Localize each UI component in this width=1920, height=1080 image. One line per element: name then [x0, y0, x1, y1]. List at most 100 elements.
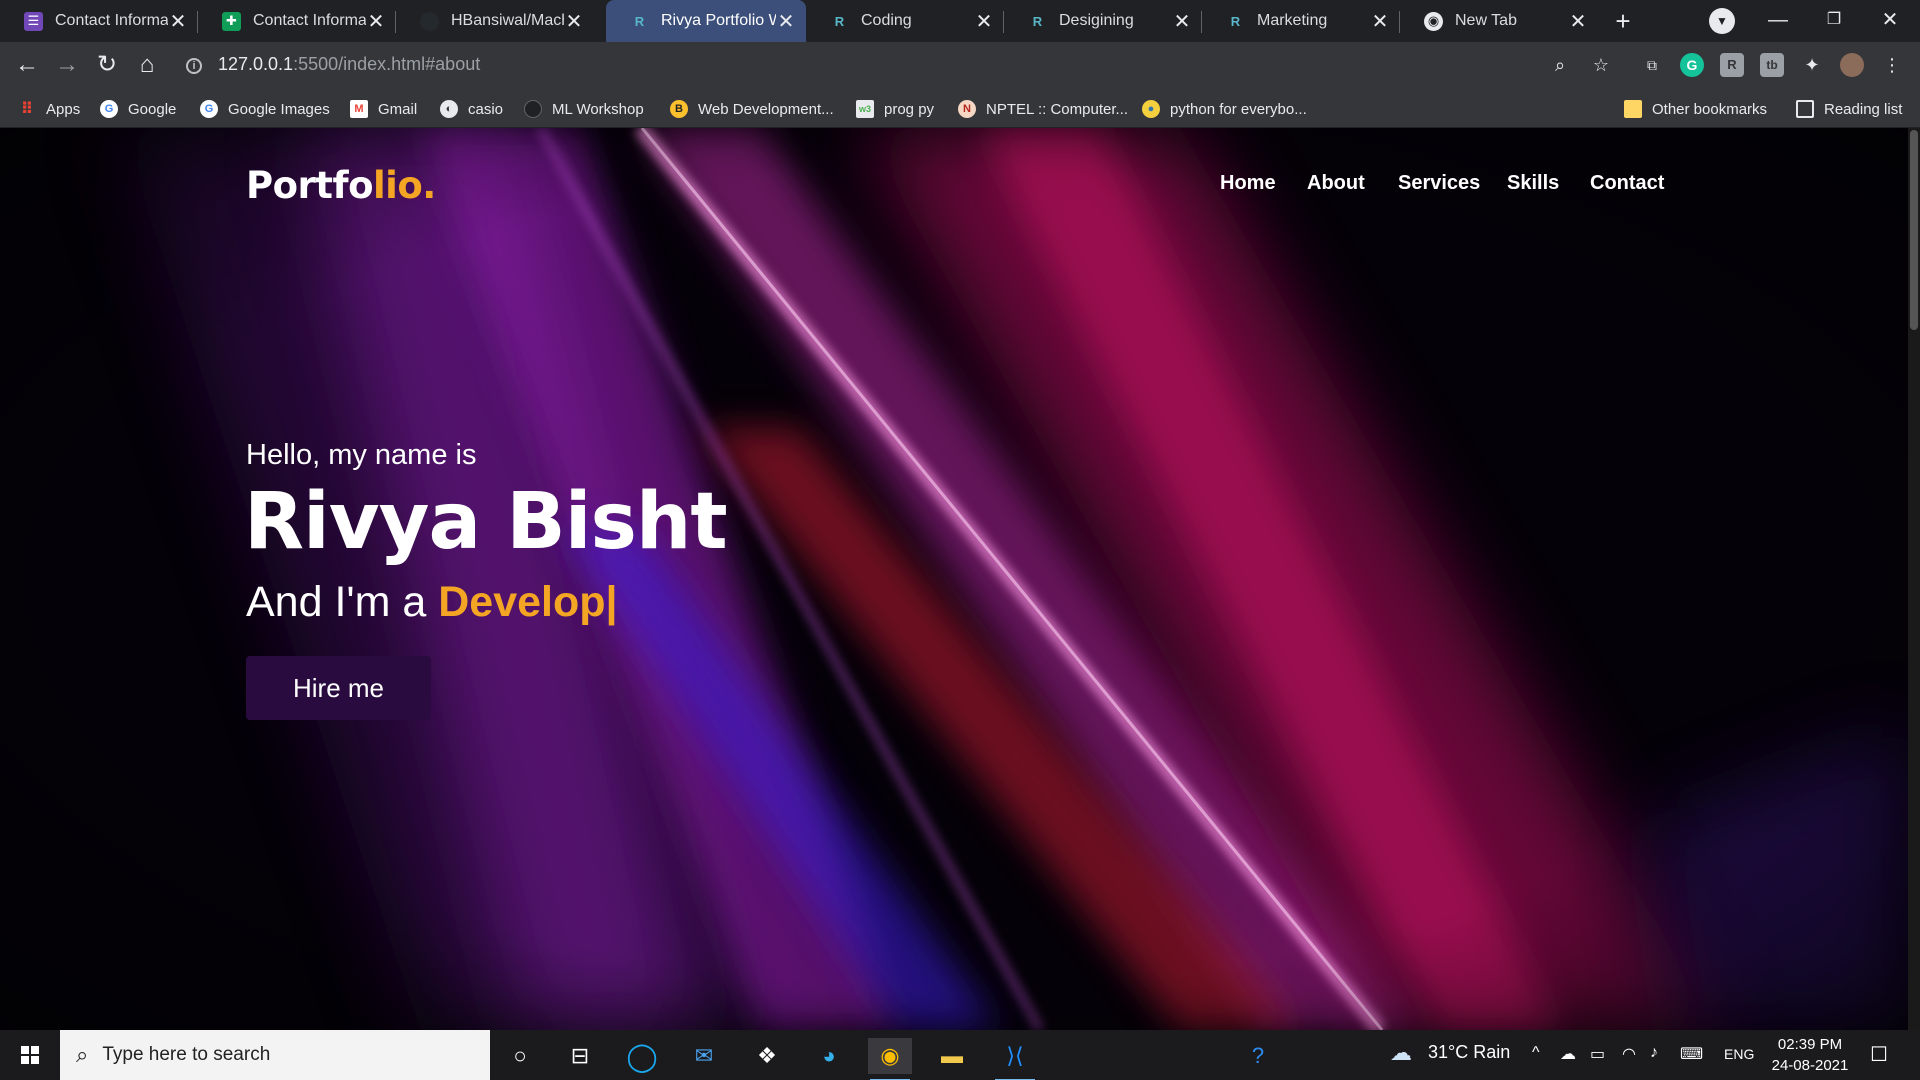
system-clock[interactable]: 02:39 PM 24-08-2021	[1760, 1034, 1860, 1076]
close-icon[interactable]: ✕	[776, 9, 796, 34]
close-icon[interactable]: ✕	[1370, 9, 1390, 34]
hero-greeting: Hello, my name is	[246, 439, 477, 471]
tray-overflow-icon[interactable]: ^	[1532, 1044, 1540, 1062]
mail-icon[interactable]: ✉	[682, 1038, 726, 1074]
close-icon[interactable]: ✕	[564, 9, 584, 34]
file-explorer-icon[interactable]: ▬	[930, 1038, 974, 1074]
tab-marketing[interactable]: R Marketing ✕	[1202, 0, 1400, 42]
tab-rivya-portfolio[interactable]: R Rivya Portfolio We ✕	[606, 0, 806, 42]
profile-avatar[interactable]	[1840, 53, 1864, 77]
tb-extension-icon[interactable]: tb	[1760, 53, 1784, 77]
close-icon[interactable]: ✕	[974, 9, 994, 34]
tab-search-icon[interactable]: ▼	[1709, 8, 1735, 34]
apps-grid-icon: ⠿	[20, 101, 34, 118]
grammarly-icon[interactable]: G	[1680, 53, 1704, 77]
chrome-taskbar-icon[interactable]: ◉	[868, 1038, 912, 1080]
keyboard-icon[interactable]: ⌨	[1680, 1044, 1703, 1064]
scrollbar-thumb[interactable]	[1910, 130, 1918, 330]
bookmark-star-icon[interactable]: ☆	[1589, 53, 1613, 77]
notifications-icon[interactable]: ☐	[1870, 1042, 1888, 1067]
tab-contact-information-sheets[interactable]: ✚ Contact Informati ✕	[198, 0, 396, 42]
site-info-icon[interactable]: i	[186, 58, 202, 74]
browser-toolbar: ← → ↻ ⌂ i 127.0.0.1:5500/index.html#abou…	[0, 42, 1920, 88]
new-tab-button[interactable]: +	[1608, 6, 1638, 36]
bookmark-prog-py[interactable]: w3 prog py	[856, 98, 934, 120]
screen: ☰ Contact Informati ✕ ✚ Contact Informat…	[0, 0, 1920, 1080]
page-scrollbar[interactable]	[1908, 128, 1920, 1030]
battery-icon[interactable]: ▭	[1590, 1044, 1605, 1064]
back-icon[interactable]: ←	[12, 50, 42, 80]
tab-contact-information-forms[interactable]: ☰ Contact Informati ✕	[0, 0, 198, 42]
nav-about[interactable]: About	[1307, 172, 1365, 195]
github-icon	[524, 100, 542, 118]
nav-contact[interactable]: Contact	[1590, 172, 1664, 195]
close-icon[interactable]: ✕	[168, 9, 188, 34]
tab-title: Rivya Portfolio We	[661, 12, 776, 29]
typing-cursor: |	[605, 578, 618, 626]
address-bar[interactable]: 127.0.0.1:5500/index.html#about	[218, 54, 480, 75]
weather-icon: ☁	[1390, 1040, 1412, 1065]
bookmark-gmail[interactable]: M Gmail	[350, 98, 417, 120]
onedrive-icon[interactable]: ☁	[1560, 1044, 1576, 1064]
tab-title: Marketing	[1257, 12, 1328, 29]
window-close-icon[interactable]: ✕	[1862, 0, 1918, 42]
forward-icon[interactable]: →	[52, 50, 82, 80]
tab-title: Desigining	[1059, 12, 1134, 29]
extensions-puzzle-icon[interactable]: ✦	[1800, 53, 1824, 77]
chrome-icon: ◉	[1424, 11, 1443, 31]
help-icon[interactable]: ?	[1236, 1038, 1280, 1074]
hire-me-button[interactable]: Hire me	[246, 656, 431, 720]
tab-github[interactable]: HBansiwal/Machir ✕	[396, 0, 594, 42]
nav-home[interactable]: Home	[1220, 172, 1276, 195]
windows-start-icon[interactable]	[10, 1040, 50, 1070]
bookmark-other-bookmarks[interactable]: Other bookmarks	[1624, 98, 1767, 120]
nav-skills[interactable]: Skills	[1507, 172, 1559, 195]
tab-coding[interactable]: R Coding ✕	[806, 0, 1004, 42]
alexa-icon[interactable]: ◯	[620, 1038, 664, 1074]
forms-icon: ☰	[24, 11, 43, 31]
home-icon[interactable]: ⌂	[132, 50, 162, 80]
reading-list-button[interactable]: Reading list	[1796, 98, 1902, 120]
bookmark-google-images[interactable]: G Google Images	[200, 98, 330, 120]
extension-tb-icon[interactable]: ⧉	[1640, 53, 1664, 77]
tab-new-tab[interactable]: ◉ New Tab ✕	[1400, 0, 1598, 42]
dropbox-icon[interactable]: ❖	[745, 1038, 789, 1074]
cortana-icon[interactable]: ○	[498, 1038, 542, 1074]
browser-tab-strip: ☰ Contact Informati ✕ ✚ Contact Informat…	[0, 0, 1920, 42]
clock-time: 02:39 PM	[1777, 1036, 1843, 1053]
tab-desigining[interactable]: R Desigining ✕	[1004, 0, 1202, 42]
minimize-icon[interactable]: —	[1750, 0, 1806, 42]
wifi-icon[interactable]: ◠	[1622, 1044, 1636, 1064]
bookmark-apps[interactable]: ⠿ Apps	[18, 98, 80, 120]
windows-taskbar: ⌕ Type here to search ○ ⊟ ◯ ✉ ❖ ◕ ◉ ▬ ⟩⟨…	[0, 1030, 1920, 1080]
vscode-icon[interactable]: ⟩⟨	[993, 1038, 1037, 1080]
hero-name: Rivya Bisht	[244, 477, 728, 567]
close-icon[interactable]: ✕	[1172, 9, 1192, 34]
bookmark-casio[interactable]: ◐ casio	[440, 98, 503, 120]
bookmark-python-for-everybody[interactable]: ● python for everybo...	[1142, 98, 1307, 120]
task-view-icon[interactable]: ⊟	[558, 1038, 602, 1074]
python-icon: ●	[1142, 100, 1160, 118]
bookmark-web-development[interactable]: B Web Development...	[670, 98, 834, 120]
nav-services[interactable]: Services	[1398, 172, 1480, 195]
bookmark-ml-workshop[interactable]: ML Workshop	[524, 98, 644, 120]
menu-kebab-icon[interactable]: ⋮	[1880, 53, 1904, 77]
bookmark-google[interactable]: G Google	[100, 98, 176, 120]
edge-icon[interactable]: ◕	[807, 1038, 851, 1074]
close-icon[interactable]: ✕	[366, 9, 386, 34]
close-icon[interactable]: ✕	[1568, 9, 1588, 34]
taskbar-search-input[interactable]: ⌕ Type here to search	[60, 1030, 490, 1080]
typed-role-text: Develop	[438, 578, 606, 626]
tab-title: Coding	[861, 12, 912, 29]
gmail-icon: M	[350, 100, 368, 118]
volume-icon[interactable]: ♪	[1650, 1044, 1658, 1062]
replit-extension-icon[interactable]: R	[1720, 53, 1744, 77]
bookmark-nptel[interactable]: N NPTEL :: Computer...	[958, 98, 1128, 120]
input-language[interactable]: ENG	[1724, 1046, 1754, 1062]
site-logo[interactable]: Portfolio.	[246, 164, 436, 207]
reload-icon[interactable]: ↻	[92, 50, 122, 80]
restore-icon[interactable]: ❐	[1806, 0, 1862, 42]
zoom-icon[interactable]: ⌕	[1548, 53, 1572, 77]
weather-status[interactable]: 31°C Rain	[1428, 1042, 1510, 1063]
google-icon: G	[200, 100, 218, 118]
